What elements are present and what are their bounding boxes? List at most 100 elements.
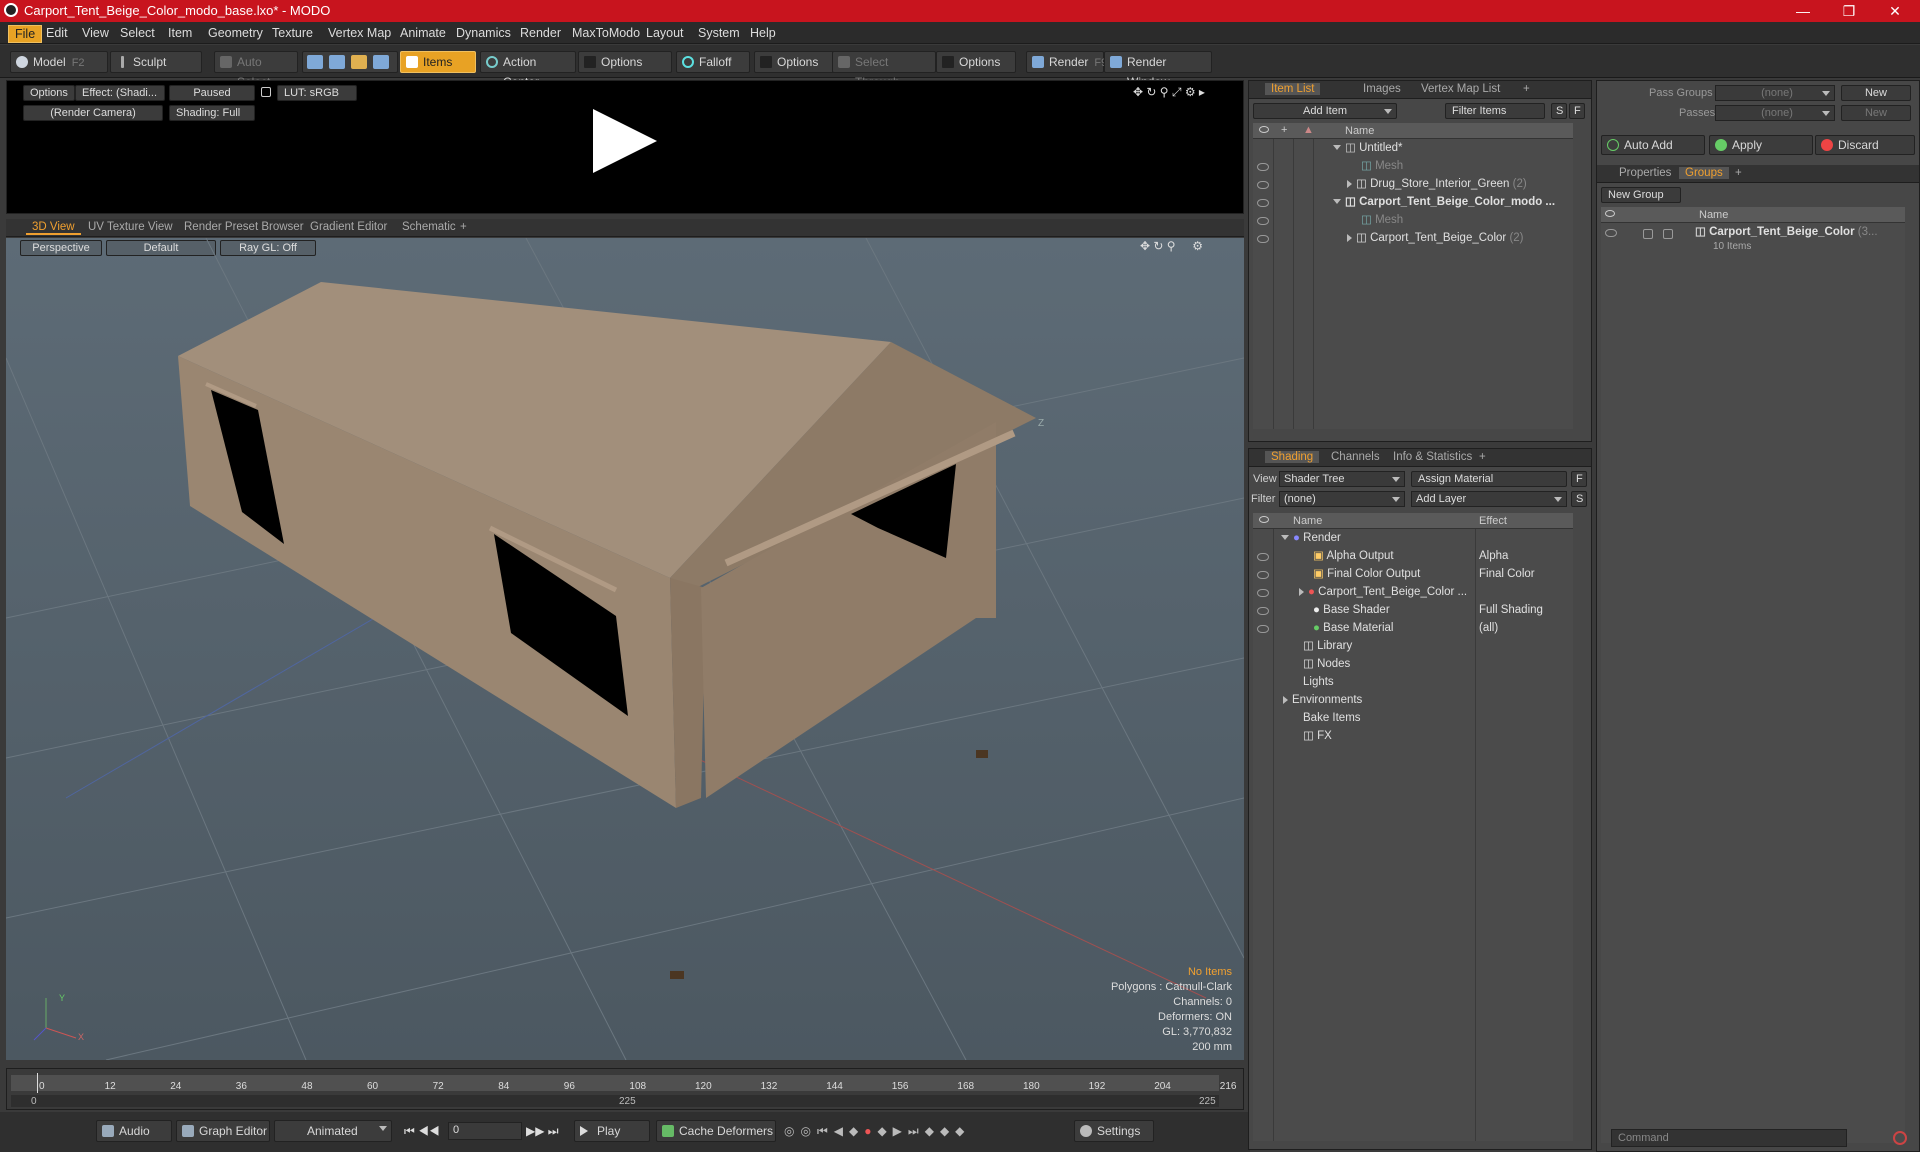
view-dropdown[interactable]: Shader Tree [1279, 471, 1405, 487]
model-mode-button[interactable]: Model F2 [10, 51, 108, 73]
close-button[interactable]: ✕ [1872, 0, 1918, 22]
menu-maxtomodo[interactable]: MaxToModo [566, 25, 646, 41]
menu-view[interactable]: View [76, 25, 115, 41]
preview-paused-button[interactable]: Paused [169, 85, 255, 101]
select-through-options-button[interactable]: Options [936, 51, 1016, 73]
eye-icon[interactable] [1257, 589, 1269, 597]
menu-help[interactable]: Help [744, 25, 782, 41]
shader-row-lights[interactable]: Lights [1303, 673, 1334, 691]
play-button[interactable]: Play [574, 1120, 650, 1142]
materials-icon[interactable] [373, 55, 389, 69]
eye-icon[interactable] [1257, 199, 1269, 207]
sculpt-button[interactable]: Sculpt [110, 51, 202, 73]
shading-s-button[interactable]: S [1571, 491, 1587, 507]
menu-texture[interactable]: Texture [266, 25, 319, 41]
new-pass-group-button[interactable]: New [1841, 85, 1911, 101]
eye-icon[interactable] [1257, 607, 1269, 615]
group-row-carport[interactable]: ◫ Carport_Tent_Beige_Color (3... [1695, 223, 1878, 241]
play-icon[interactable] [593, 109, 657, 173]
items-mode-button[interactable]: Items [400, 51, 476, 73]
discard-button[interactable]: Discard [1815, 135, 1915, 155]
shader-row-environments[interactable]: Environments [1283, 691, 1362, 709]
render-camera-dropdown[interactable]: (Render Camera) [23, 105, 163, 121]
eye-icon[interactable] [1257, 553, 1269, 561]
menu-render[interactable]: Render [514, 25, 567, 41]
lut-dropdown[interactable]: LUT: sRGB [277, 85, 357, 101]
edges-icon[interactable] [329, 55, 345, 69]
tree-row-mesh-1[interactable]: ◫ Mesh [1361, 157, 1403, 175]
auto-select-button[interactable]: Auto Select [214, 51, 298, 89]
audio-button[interactable]: Audio [96, 1120, 172, 1142]
tab-item-list[interactable]: Item List [1265, 83, 1321, 95]
minimize-button[interactable]: — [1780, 0, 1826, 22]
eye-icon[interactable] [1257, 235, 1269, 243]
maximize-button[interactable]: ❐ [1826, 0, 1872, 22]
vertices-icon[interactable] [307, 55, 323, 69]
shader-row-bake-items[interactable]: Bake Items [1303, 709, 1361, 727]
add-tab-button[interactable]: + [1729, 167, 1748, 179]
lock-icon[interactable] [261, 87, 271, 97]
action-center-options-button[interactable]: Options [578, 51, 672, 73]
passes-dropdown[interactable]: (none) [1715, 105, 1835, 121]
polygons-icon[interactable] [351, 55, 367, 69]
effect-all[interactable]: (all) [1479, 619, 1498, 637]
effect-full-shading[interactable]: Full Shading [1479, 601, 1543, 619]
shader-row-base-shader[interactable]: ● Base Shader [1313, 601, 1390, 619]
keyframe-tool-icons[interactable]: ◎◎⏮◀◆●◆▶⏭◆◆◆ [784, 1124, 1064, 1139]
eye-icon[interactable] [1605, 229, 1617, 237]
preview-options-button[interactable]: Options [23, 85, 75, 101]
shader-row-base-material[interactable]: ● Base Material [1313, 619, 1393, 637]
tab-images[interactable]: Images [1357, 83, 1407, 95]
next-key-buttons[interactable]: ▶▶ ⏭ [526, 1124, 572, 1139]
3d-viewport[interactable]: Perspective Default Ray GL: Off ✥ ↻ ⚲ ⚙ [6, 238, 1244, 1060]
tab-uv-texture-view[interactable]: UV Texture View [82, 221, 179, 233]
frame-input[interactable]: 0 [448, 1122, 522, 1140]
add-tab-button[interactable]: + [1473, 451, 1492, 463]
shader-row-library[interactable]: ◫ Library [1303, 637, 1352, 655]
auto-add-button[interactable]: Auto Add [1601, 135, 1705, 155]
menu-select[interactable]: Select [114, 25, 161, 41]
prev-key-buttons[interactable]: ⏮ ◀◀ [404, 1124, 450, 1139]
falloff-button[interactable]: Falloff [676, 51, 750, 73]
tab-vertex-map-list[interactable]: Vertex Map List [1415, 83, 1506, 95]
menu-vertex-map[interactable]: Vertex Map [322, 25, 397, 41]
shader-tree[interactable]: ● Render ▣ Alpha Output Alpha ▣ Final Co… [1253, 529, 1573, 1141]
checkbox-icon[interactable] [1643, 229, 1653, 239]
preview-nav-icons[interactable]: ✥ ↻ ⚲ ⤢ ⚙ ▸ [1133, 85, 1233, 99]
tree-row-untitled[interactable]: ◫ Untitled* [1333, 139, 1403, 157]
timeline[interactable]: 0 12 24 36 48 60 72 84 96 108 120 132 144 156 168 180 19… [6, 1068, 1244, 1110]
tab-info-statistics[interactable]: Info & Statistics [1387, 451, 1478, 463]
effect-final-color[interactable]: Final Color [1479, 565, 1535, 583]
add-tab-button[interactable]: + [1517, 83, 1536, 95]
filter-items-input[interactable]: Filter Items [1445, 103, 1545, 119]
add-tab-button[interactable]: + [454, 221, 473, 233]
command-record-icon[interactable] [1893, 1131, 1907, 1145]
add-layer-dropdown[interactable]: Add Layer [1411, 491, 1567, 507]
menu-item[interactable]: Item [162, 25, 198, 41]
menu-animate[interactable]: Animate [394, 25, 452, 41]
apply-button[interactable]: Apply [1709, 135, 1813, 155]
item-list-tree[interactable]: ◫ Untitled* ◫ Mesh ◫ Drug_Store_Interior… [1253, 139, 1573, 429]
eye-icon[interactable] [1257, 217, 1269, 225]
tab-gradient-editor[interactable]: Gradient Editor [304, 221, 393, 233]
shading-f-button[interactable]: F [1571, 471, 1587, 487]
shader-row-carport-material[interactable]: ● Carport_Tent_Beige_Color ... [1299, 583, 1467, 601]
tab-render-preset-browser[interactable]: Render Preset Browser [178, 221, 310, 233]
preview-effect-dropdown[interactable]: Effect: (Shadi... [75, 85, 165, 101]
filter-f-button[interactable]: F [1569, 103, 1585, 119]
tree-row-carport-group[interactable]: ◫ Carport_Tent_Beige_Color (2) [1347, 229, 1524, 247]
eye-icon[interactable] [1257, 625, 1269, 633]
menu-system[interactable]: System [692, 25, 746, 41]
graph-editor-button[interactable]: Graph Editor [176, 1120, 270, 1142]
menu-geometry[interactable]: Geometry [202, 25, 269, 41]
tab-schematic[interactable]: Schematic [396, 221, 462, 233]
menu-layout[interactable]: Layout [640, 25, 690, 41]
tab-3d-view[interactable]: 3D View [26, 221, 81, 235]
render-button[interactable]: Render F9 [1026, 51, 1107, 73]
add-item-dropdown[interactable]: Add Item [1253, 103, 1397, 119]
tree-row-carport-scene[interactable]: ◫ Carport_Tent_Beige_Color_modo ... [1333, 193, 1555, 211]
checkbox-icon[interactable] [1663, 229, 1673, 239]
command-input[interactable]: Command [1611, 1129, 1847, 1147]
menu-edit[interactable]: Edit [40, 25, 74, 41]
shader-row-alpha-output[interactable]: ▣ Alpha Output [1313, 547, 1394, 565]
